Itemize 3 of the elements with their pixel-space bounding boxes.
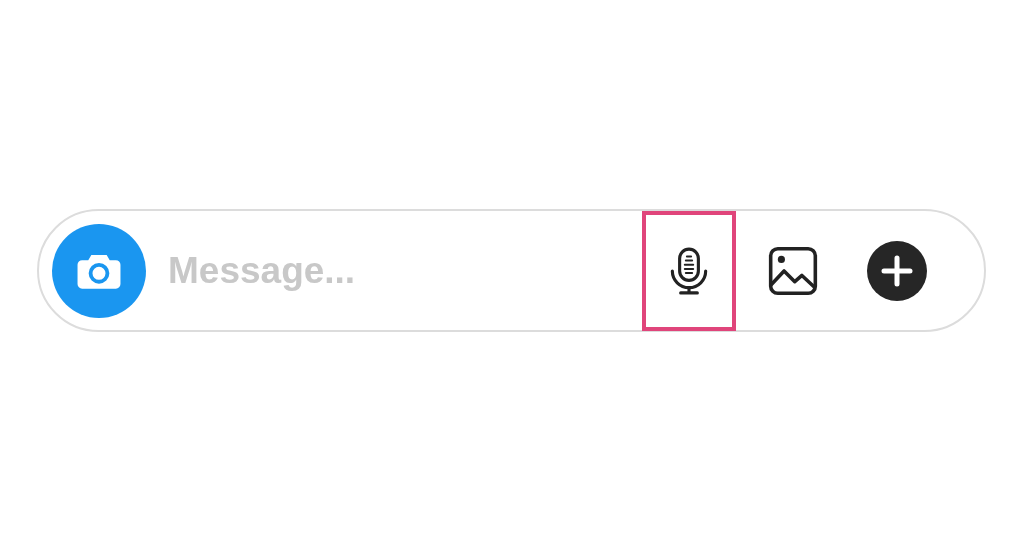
camera-button[interactable] [52, 223, 146, 318]
microphone-button[interactable] [642, 210, 736, 331]
plus-icon [867, 240, 927, 301]
